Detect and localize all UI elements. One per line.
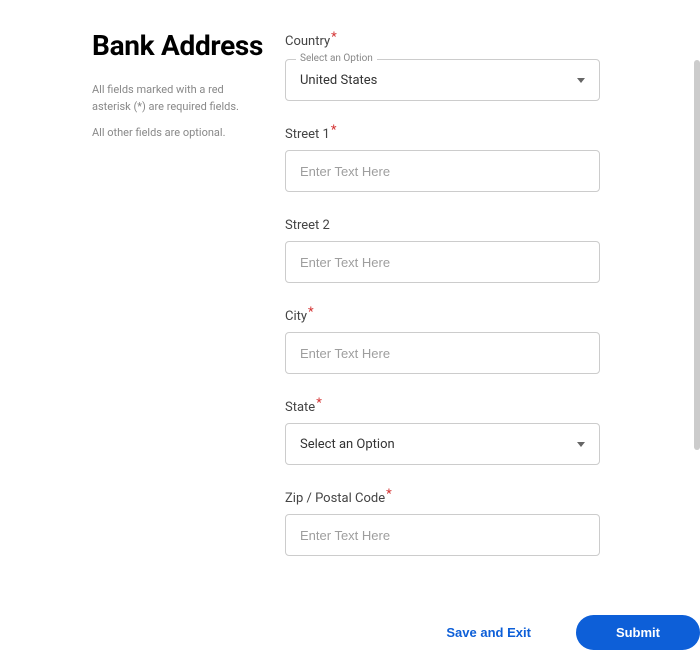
zip-field-group: Zip / Postal Code* [285, 487, 600, 556]
chevron-down-icon [577, 442, 585, 447]
street2-field-group: Street 2 [285, 214, 600, 283]
scrollbar-thumb[interactable] [694, 60, 700, 450]
country-value: United States [300, 73, 577, 88]
city-input[interactable] [285, 332, 600, 374]
page-title: Bank Address [92, 30, 265, 62]
country-label: Country [285, 34, 330, 49]
state-label: State [285, 400, 315, 415]
street1-label: Street 1 [285, 127, 330, 142]
street1-input[interactable] [285, 150, 600, 192]
state-placeholder: Select an Option [300, 437, 577, 452]
street2-input[interactable] [285, 241, 600, 283]
required-asterisk: * [331, 123, 337, 138]
optional-helper-text: All other fields are optional. [92, 125, 265, 142]
required-helper-text: All fields marked with a red asterisk (*… [92, 82, 265, 115]
state-field-group: State* Select an Option [285, 396, 600, 465]
scrollbar-track [692, 0, 700, 665]
zip-input[interactable] [285, 514, 600, 556]
zip-label: Zip / Postal Code [285, 491, 385, 506]
required-asterisk: * [316, 396, 322, 411]
street2-label: Street 2 [285, 218, 330, 233]
chevron-down-icon [577, 78, 585, 83]
country-field-group: Country* Select an Option United States [285, 30, 600, 101]
required-asterisk: * [386, 487, 392, 502]
required-asterisk: * [331, 30, 337, 45]
footer: Save and Exit Submit [0, 615, 700, 650]
submit-button[interactable]: Submit [576, 615, 700, 650]
sidebar: Bank Address All fields marked with a re… [0, 30, 285, 665]
country-floating-label: Select an Option [296, 53, 377, 64]
city-field-group: City* [285, 305, 600, 374]
form-main: Country* Select an Option United States … [285, 30, 700, 665]
city-label: City [285, 309, 307, 324]
save-and-exit-button[interactable]: Save and Exit [446, 625, 531, 640]
street1-field-group: Street 1* [285, 123, 600, 192]
state-select[interactable]: Select an Option [285, 423, 600, 465]
required-asterisk: * [308, 305, 314, 320]
country-select[interactable]: Select an Option United States [285, 59, 600, 101]
